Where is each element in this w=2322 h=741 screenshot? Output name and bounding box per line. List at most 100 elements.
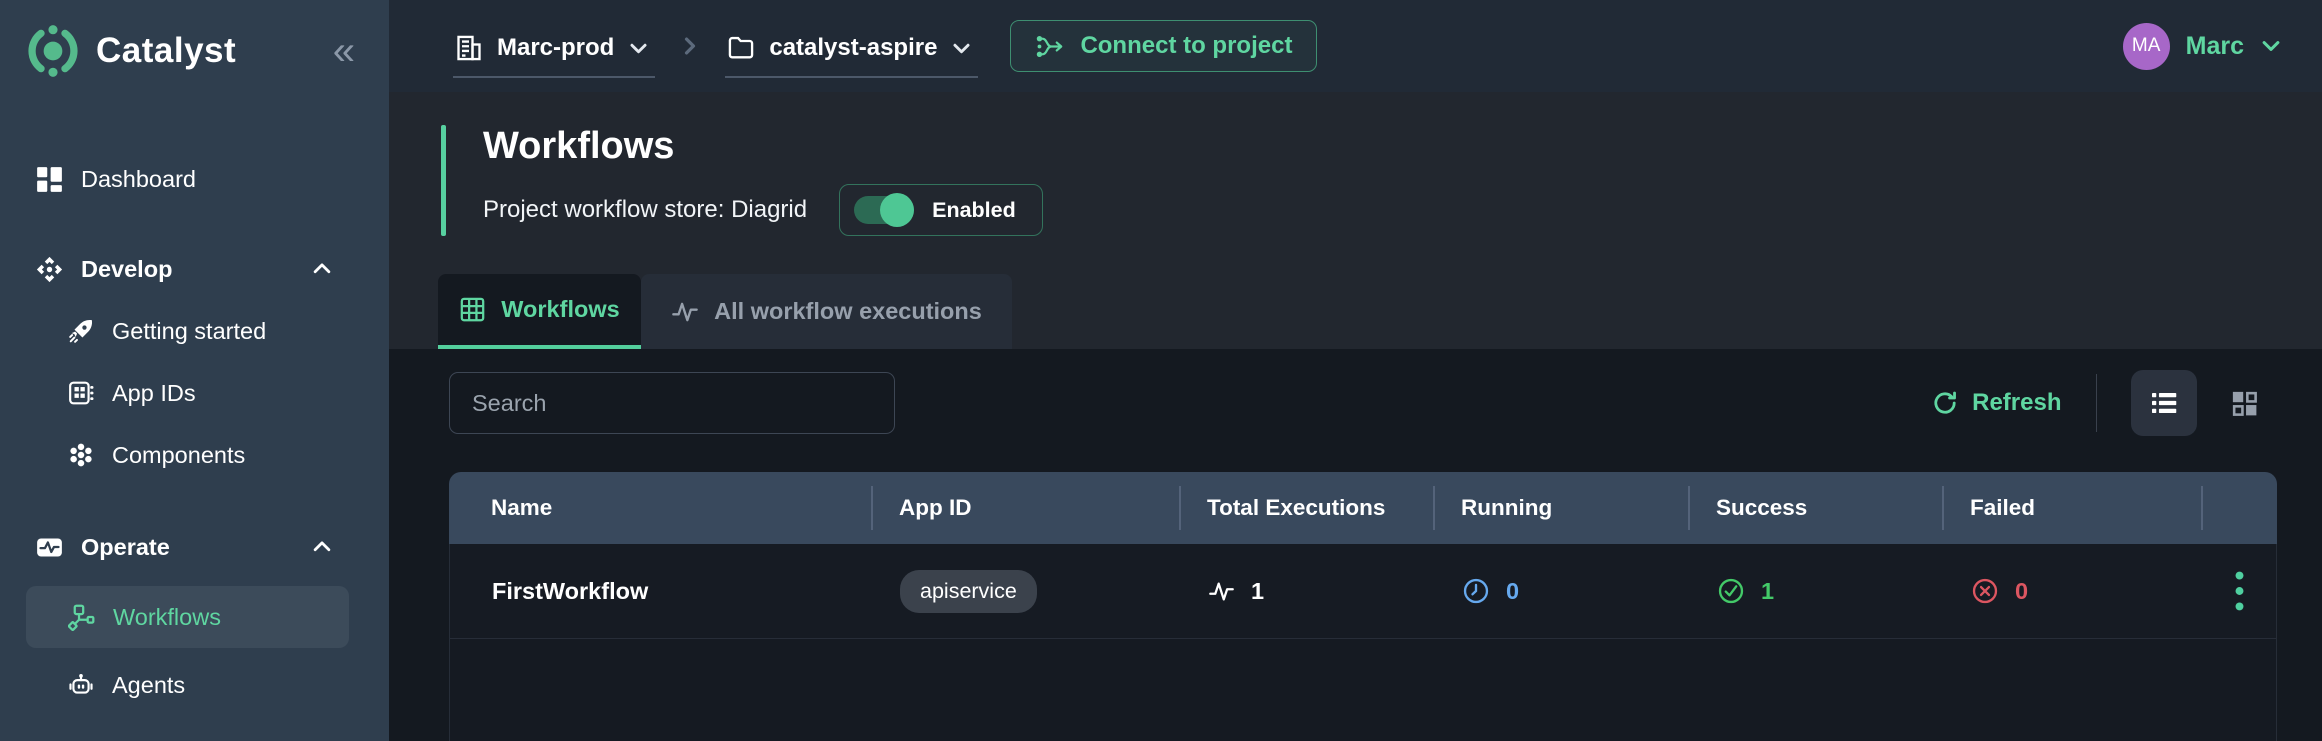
main-content: Workflows Project workflow store: Diagri…	[389, 92, 2322, 741]
success-value: 1	[1761, 577, 1775, 604]
workflows-panel: Refresh	[389, 349, 2322, 741]
table-row[interactable]: FirstWorkflow apiservice 1 0 1 0	[450, 544, 2276, 639]
project-name: catalyst-aspire	[769, 34, 938, 61]
kebab-menu-icon	[2234, 570, 2245, 612]
sidebar-item-getting-started[interactable]: Getting started	[0, 300, 389, 362]
check-circle-icon	[1717, 577, 1745, 605]
x-circle-icon	[1971, 577, 1999, 605]
avatar-initials: MA	[2131, 35, 2161, 56]
connect-icon	[1035, 33, 1064, 60]
sidebar-item-app-ids[interactable]: App IDs	[0, 362, 389, 424]
sidebar: Catalyst « Dashboard Develop Getting sta…	[0, 0, 389, 741]
sidebar-item-label: Components	[112, 441, 246, 468]
sidebar-item-components[interactable]: Components	[0, 424, 389, 486]
operate-icon	[36, 534, 63, 561]
tab-all-workflow-executions[interactable]: All workflow executions	[641, 274, 1012, 349]
sidebar-section-operate[interactable]: Operate	[0, 516, 389, 578]
app-root: Catalyst « Dashboard Develop Getting sta…	[0, 0, 2322, 741]
connect-to-project-button[interactable]: Connect to project	[1010, 20, 1318, 72]
app-id-badge[interactable]: apiservice	[900, 569, 1037, 613]
page-header: Workflows Project workflow store: Diagri…	[441, 125, 2322, 236]
table-body: FirstWorkflow apiservice 1 0 1 0	[449, 544, 2277, 741]
catalyst-logo-icon	[26, 24, 80, 78]
column-header-running: Running	[1433, 472, 1688, 544]
table-toolbar: Refresh	[389, 349, 2322, 436]
sidebar-collapse-button[interactable]: «	[333, 31, 355, 71]
table-header-row: Name App ID Total Executions Running Suc…	[449, 472, 2277, 544]
tab-label: All workflow executions	[714, 298, 982, 324]
sidebar-item-label: Workflows	[113, 603, 221, 630]
list-view-button[interactable]	[2131, 370, 2197, 436]
chevron-down-icon	[2260, 35, 2282, 57]
user-name: Marc	[2185, 31, 2244, 60]
column-header-app-id: App ID	[871, 472, 1179, 544]
list-view-icon	[2148, 387, 2180, 419]
sidebar-item-label: Agents	[112, 671, 186, 698]
grid-view-icon	[2229, 388, 2260, 419]
tab-label: Workflows	[501, 296, 620, 322]
dashboard-icon	[36, 166, 63, 193]
chevron-up-icon	[311, 258, 333, 280]
workflow-name: FirstWorkflow	[492, 577, 649, 604]
organization-icon	[455, 34, 483, 62]
chevron-up-icon	[311, 536, 333, 558]
failed-value: 0	[2015, 577, 2029, 604]
robot-icon	[68, 672, 94, 698]
sidebar-item-workflows[interactable]: Workflows	[26, 586, 349, 648]
workflow-store-toggle[interactable]: Enabled	[839, 184, 1043, 236]
toggle-label: Enabled	[932, 197, 1016, 222]
column-header-name: Name	[491, 495, 553, 520]
column-header-failed: Failed	[1942, 472, 2201, 544]
table-empty-area	[450, 639, 2276, 741]
refresh-button[interactable]: Refresh	[1932, 389, 2062, 417]
accent-bar	[441, 125, 446, 236]
content-pane: Marc-prod catalyst-aspire Connect to pro…	[389, 0, 2322, 741]
sidebar-nav: Dashboard Develop Getting started App ID…	[0, 148, 389, 716]
pulse-icon	[671, 298, 699, 326]
folder-icon	[727, 34, 755, 62]
row-actions-menu[interactable]	[2202, 544, 2276, 638]
page-title: Workflows	[483, 125, 675, 167]
grid-view-button[interactable]	[2211, 370, 2277, 436]
app-title: Catalyst	[96, 31, 237, 70]
sidebar-item-agents[interactable]: Agents	[0, 654, 389, 716]
toolbar-divider	[2095, 374, 2097, 432]
clock-icon	[1462, 577, 1490, 605]
connect-button-label: Connect to project	[1080, 32, 1293, 59]
user-menu[interactable]: MA Marc	[2122, 22, 2282, 70]
refresh-icon	[1932, 390, 1958, 416]
sidebar-item-dashboard[interactable]: Dashboard	[0, 148, 389, 210]
running-cell: 0	[1434, 544, 1689, 638]
organization-name: Marc-prod	[497, 34, 615, 61]
sidebar-section-develop[interactable]: Develop	[0, 238, 389, 300]
avatar: MA	[2122, 22, 2170, 70]
sidebar-item-label: Dashboard	[81, 165, 196, 192]
app-ids-icon	[68, 380, 94, 406]
total-executions-cell: 1	[1180, 544, 1434, 638]
components-icon	[68, 442, 94, 468]
toggle-knob	[880, 193, 915, 227]
workflow-store-label: Project workflow store: Diagrid	[483, 196, 808, 223]
rocket-icon	[68, 318, 94, 344]
running-value: 0	[1506, 577, 1520, 604]
failed-cell: 0	[1943, 544, 2202, 638]
pulse-icon	[1208, 578, 1235, 605]
app-id-cell: apiservice	[872, 544, 1180, 638]
toggle-switch[interactable]	[854, 193, 915, 227]
success-cell: 1	[1689, 544, 1943, 638]
column-header-success: Success	[1688, 472, 1942, 544]
sidebar-section-label: Operate	[81, 533, 170, 560]
chevron-down-icon	[628, 38, 649, 59]
column-header-total-executions: Total Executions	[1179, 472, 1433, 544]
tab-workflows[interactable]: Workflows	[438, 274, 641, 349]
logo-row: Catalyst «	[0, 0, 389, 78]
total-executions-value: 1	[1251, 577, 1265, 604]
search-input[interactable]	[449, 372, 895, 434]
breadcrumb-separator-icon	[679, 35, 701, 57]
table-grid-icon	[459, 296, 486, 323]
organization-selector[interactable]: Marc-prod	[453, 14, 656, 78]
project-selector[interactable]: catalyst-aspire	[725, 14, 979, 78]
workflow-icon	[68, 604, 95, 631]
workflow-name-cell[interactable]: FirstWorkflow	[450, 544, 872, 638]
chevron-down-icon	[951, 38, 972, 59]
